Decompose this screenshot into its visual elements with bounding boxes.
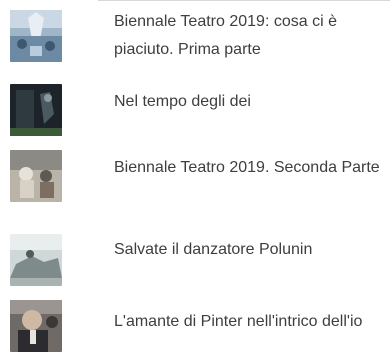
dark-stage-scene-thumbnail[interactable] (10, 84, 62, 136)
list-item[interactable]: L'amante di Pinter nell'intrico dell'io (0, 288, 390, 357)
article-title[interactable]: L'amante di Pinter nell'intrico dell'io (114, 308, 384, 336)
article-title[interactable]: Biennale Teatro 2019: cosa ci è piaciuto… (114, 8, 384, 64)
article-title[interactable]: Nel tempo degli dei (114, 88, 384, 116)
article-title[interactable]: Biennale Teatro 2019. Seconda Parte (114, 154, 384, 182)
dancer-scene-thumbnail[interactable] (10, 234, 62, 286)
performance-scene-thumbnail[interactable] (10, 150, 62, 202)
list-item[interactable]: Biennale Teatro 2019: cosa ci è piaciuto… (0, 0, 390, 82)
theatre-stage-blue-thumbnail[interactable] (10, 10, 62, 62)
list-item[interactable]: Salvate il danzatore Polunin (0, 226, 390, 288)
list-item[interactable]: Nel tempo degli dei (0, 82, 390, 144)
list-item[interactable]: Biennale Teatro 2019. Seconda Parte (0, 144, 390, 226)
related-articles-list: Biennale Teatro 2019: cosa ci è piaciuto… (0, 0, 390, 357)
man-portrait-thumbnail[interactable] (10, 300, 62, 352)
article-title[interactable]: Salvate il danzatore Polunin (114, 236, 384, 264)
